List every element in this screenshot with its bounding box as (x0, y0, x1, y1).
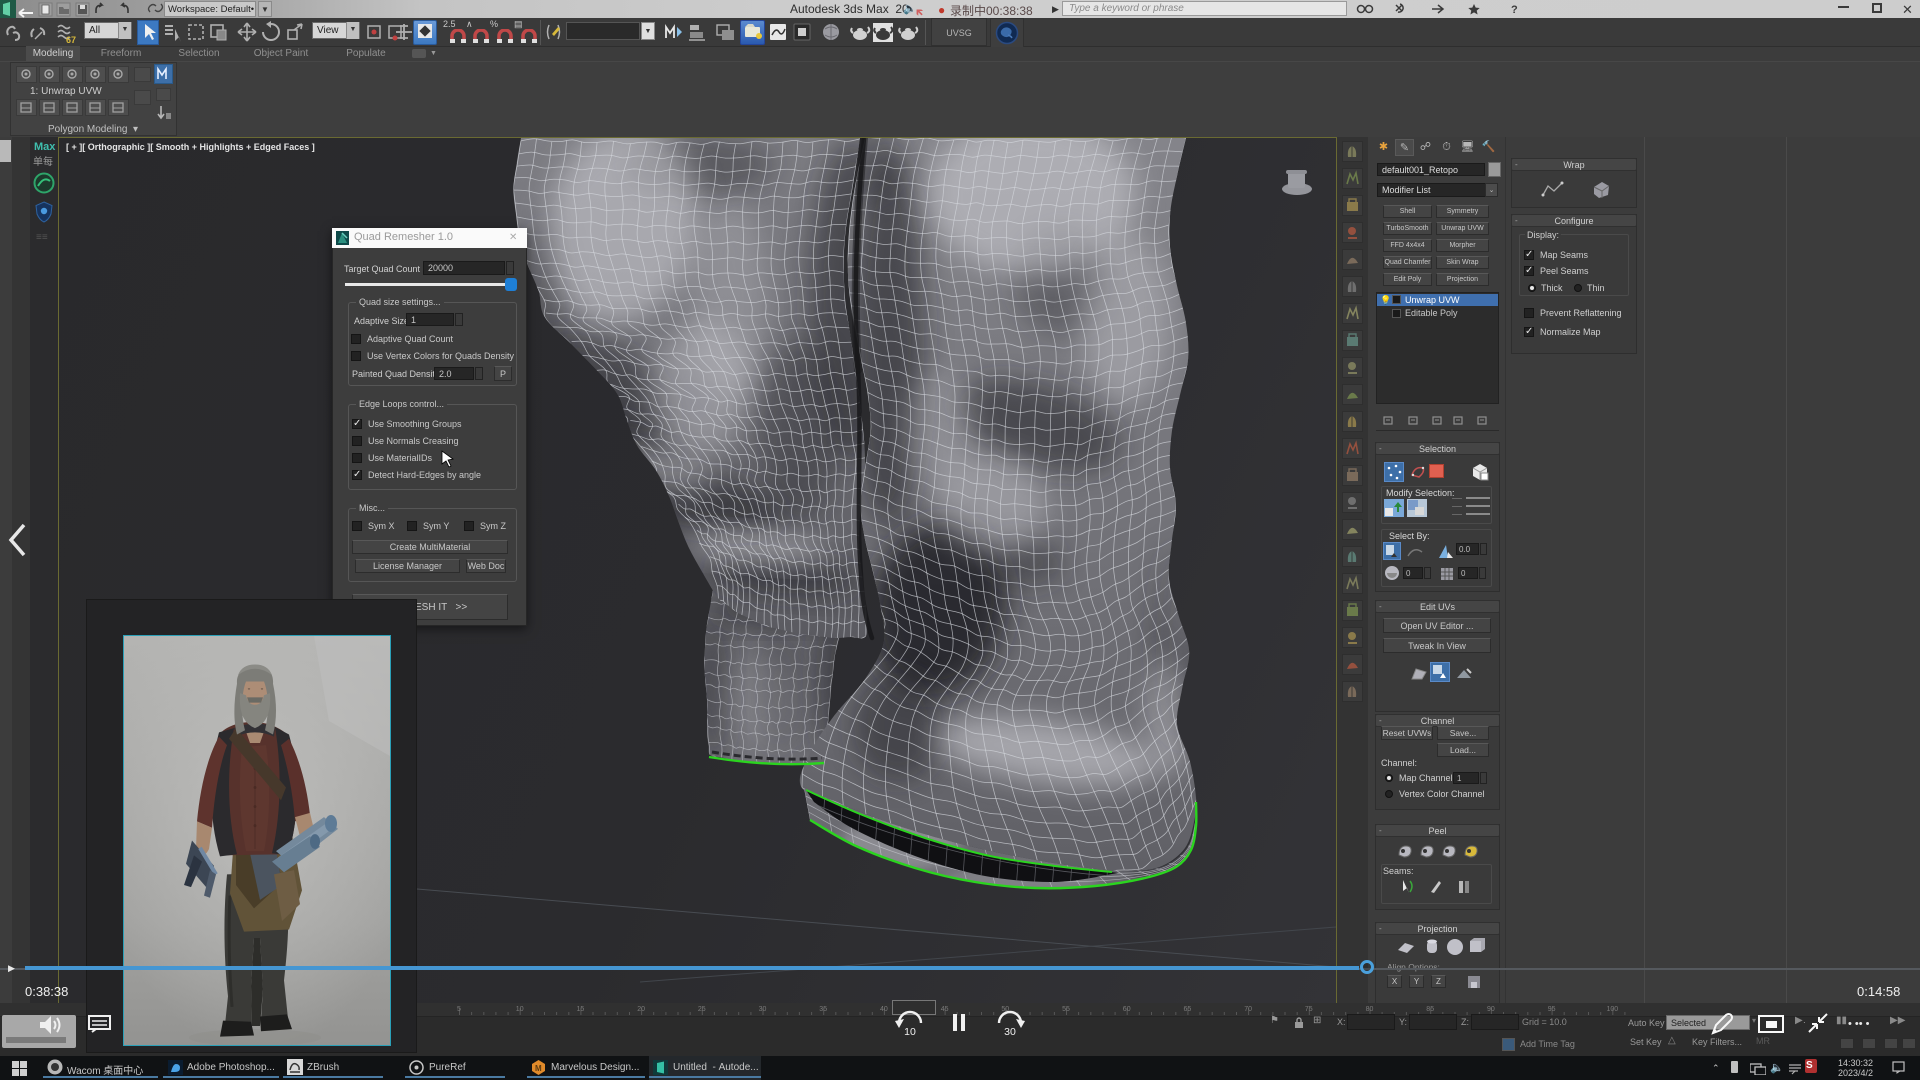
svg-text:?: ? (1511, 4, 1518, 16)
svg-text:30: 30 (1004, 1026, 1016, 1038)
svg-text:30: 30 (759, 1006, 767, 1013)
svg-text:5: 5 (457, 1006, 461, 1013)
svg-text:M: M (535, 1064, 542, 1073)
svg-text:60: 60 (1123, 1006, 1131, 1013)
svg-text:20: 20 (637, 1006, 645, 1013)
svg-text:67: 67 (66, 35, 76, 45)
svg-text:85: 85 (1426, 1006, 1434, 1013)
svg-text:55: 55 (1062, 1006, 1070, 1013)
svg-text:15: 15 (577, 1006, 585, 1013)
svg-text:45: 45 (941, 1006, 949, 1013)
svg-text:70: 70 (1244, 1006, 1252, 1013)
svg-text:25: 25 (698, 1006, 706, 1013)
svg-text:75: 75 (1305, 1006, 1313, 1013)
svg-text:65: 65 (1184, 1006, 1192, 1013)
svg-text:90: 90 (1487, 1006, 1495, 1013)
svg-text:95: 95 (1548, 1006, 1556, 1013)
svg-text:35: 35 (819, 1006, 827, 1013)
svg-text:100: 100 (1606, 1006, 1618, 1013)
svg-text:40: 40 (880, 1006, 888, 1013)
svg-text:10: 10 (904, 1026, 916, 1038)
svg-text:10: 10 (516, 1006, 524, 1013)
svg-text:80: 80 (1366, 1006, 1374, 1013)
